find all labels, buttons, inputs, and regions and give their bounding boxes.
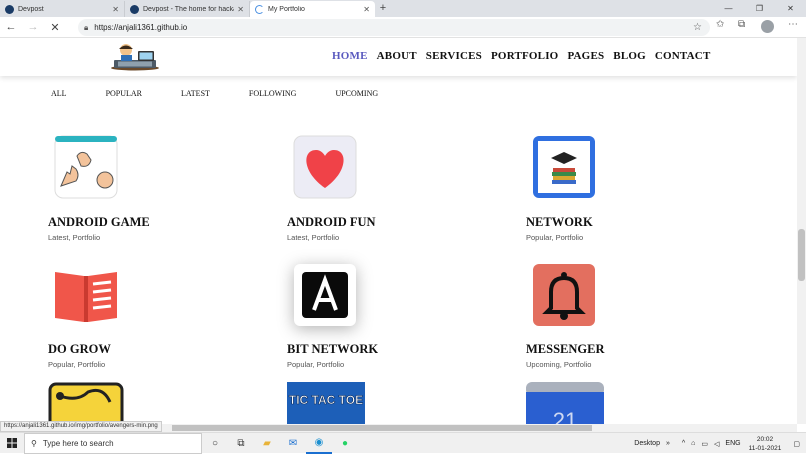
stop-loading-icon[interactable]: ✕ — [44, 21, 66, 34]
portfolio-categories: Upcoming, Portfolio — [526, 360, 592, 369]
portfolio-categories: Popular, Portfolio — [526, 233, 584, 242]
windows-taskbar: ⚲ Type here to search ○ ⧉ ▰ ✉ ◉ ● Deskto… — [0, 432, 806, 454]
tab-devpost[interactable]: Devpost ✕ — [0, 1, 125, 17]
rock-paper-scissors-icon[interactable] — [53, 134, 119, 200]
mail-icon[interactable]: ✉ — [280, 433, 306, 454]
filter-popular[interactable]: POPULAR — [106, 89, 142, 98]
portfolio-categories: Popular, Portfolio — [287, 360, 345, 369]
portfolio-title[interactable]: BIT NETWORK — [287, 342, 378, 357]
forward-icon[interactable]: → — [22, 21, 44, 33]
minimize-icon[interactable]: — — [713, 0, 744, 17]
lock-icon[interactable]: 🔒︎ — [84, 23, 88, 33]
close-window-icon[interactable]: ✕ — [775, 0, 806, 17]
url-text: https://anjali1361.github.io — [94, 23, 188, 32]
loading-spinner-icon — [255, 4, 264, 14]
nav-portfolio[interactable]: PORTFOLIO — [491, 50, 558, 62]
clock[interactable]: 20:02 11-01-2021 — [749, 435, 782, 453]
hscroll-thumb[interactable] — [172, 425, 592, 431]
language-indicator[interactable]: ENG — [725, 440, 740, 447]
portfolio-filters: ALL POPULAR LATEST FOLLOWING UPCOMING — [51, 89, 417, 98]
portfolio-title[interactable]: MESSENGER — [526, 342, 605, 357]
open-book-icon[interactable] — [53, 262, 119, 328]
chevron-right-icon[interactable]: » — [666, 440, 670, 447]
cortana-icon[interactable]: ○ — [202, 433, 228, 454]
tictactoe-icon[interactable]: TIC TAC TOE — [287, 382, 365, 424]
filter-upcoming[interactable]: UPCOMING — [335, 89, 378, 98]
nav-blog[interactable]: BLOG — [613, 50, 646, 62]
site-logo-icon[interactable] — [108, 41, 162, 71]
tab-devpost-home[interactable]: Devpost - The home for hackatho ✕ — [125, 1, 250, 17]
filter-latest[interactable]: LATEST — [181, 89, 210, 98]
scroll-thumb[interactable] — [798, 229, 805, 281]
status-url: https://anjali1361.github.io/img/portfol… — [0, 421, 162, 432]
search-icon: ⚲ — [31, 438, 37, 448]
site-navbar: HOME ABOUT SERVICES PORTFOLIO PAGES BLOG… — [0, 38, 797, 76]
volume-icon[interactable]: ◁ — [714, 440, 719, 448]
collections-icon[interactable]: ⧉ — [738, 19, 745, 30]
portfolio-categories: Latest, Portfolio — [287, 233, 340, 242]
system-tray: Desktop » ^ ⌂ ▭ ◁ ENG 20:02 11-01-2021 ▢ — [628, 433, 806, 454]
vertical-scrollbar[interactable] — [797, 38, 806, 424]
filter-all[interactable]: ALL — [51, 89, 67, 98]
heart-icon[interactable] — [292, 134, 358, 200]
file-explorer-icon[interactable]: ▰ — [254, 433, 280, 454]
restore-icon[interactable]: ❐ — [744, 0, 775, 17]
graduation-books-icon[interactable] — [531, 134, 597, 200]
snake-game-icon[interactable] — [48, 382, 124, 424]
filter-following[interactable]: FOLLOWING — [249, 89, 297, 98]
task-view-icon[interactable]: ⧉ — [228, 433, 254, 454]
nav-home[interactable]: HOME — [332, 50, 368, 62]
letter-a-icon[interactable] — [292, 262, 358, 328]
tab-strip: Devpost ✕ Devpost - The home for hackath… — [0, 0, 806, 17]
new-tab-icon[interactable]: + — [375, 1, 391, 17]
windows-start-icon[interactable] — [0, 433, 24, 454]
close-icon[interactable]: ✕ — [112, 5, 119, 14]
network-icon[interactable]: ⌂ — [691, 440, 695, 447]
portfolio-categories: Popular, Portfolio — [48, 360, 106, 369]
calendar-day: 21 — [553, 408, 577, 424]
portfolio-title[interactable]: ANDROID GAME — [48, 215, 150, 230]
nav-pages[interactable]: PAGES — [567, 50, 604, 62]
devpost-favicon-icon — [130, 4, 139, 14]
tictactoe-label: TIC TAC TOE — [289, 393, 363, 407]
portfolio-title[interactable]: NETWORK — [526, 215, 593, 230]
battery-icon[interactable]: ▭ — [701, 440, 708, 448]
notification-icon[interactable]: ▢ — [793, 440, 800, 448]
favorites-icon[interactable]: ✩ — [716, 19, 724, 30]
back-icon[interactable]: ← — [0, 21, 22, 33]
more-menu-icon[interactable]: ⋯ — [788, 19, 798, 30]
bell-icon[interactable] — [531, 262, 597, 328]
nav-contact[interactable]: CONTACT — [655, 50, 711, 62]
edge-browser-icon[interactable]: ◉ — [306, 433, 332, 454]
page-viewport: HOME ABOUT SERVICES PORTFOLIO PAGES BLOG… — [0, 38, 797, 424]
favorite-star-icon[interactable]: ☆ — [693, 22, 702, 33]
portfolio-categories: Latest, Portfolio — [48, 233, 101, 242]
devpost-favicon-icon — [5, 4, 14, 14]
taskbar-search[interactable]: ⚲ Type here to search — [24, 432, 202, 454]
calendar-icon[interactable]: 21 — [526, 382, 604, 424]
portfolio-title[interactable]: DO GROW — [48, 342, 111, 357]
portfolio-title[interactable]: ANDROID FUN — [287, 215, 376, 230]
close-icon[interactable]: ✕ — [363, 5, 370, 14]
profile-avatar[interactable] — [761, 20, 774, 33]
nav-about[interactable]: ABOUT — [377, 50, 417, 62]
window-controls: — ❐ ✕ — [713, 0, 806, 17]
desktop-toolbar[interactable]: Desktop — [634, 440, 660, 447]
main-menu: HOME ABOUT SERVICES PORTFOLIO PAGES BLOG… — [332, 50, 710, 62]
nav-services[interactable]: SERVICES — [426, 50, 482, 62]
address-toolbar: ← → ✕ 🔒︎ https://anjali1361.github.io ☆ … — [0, 17, 806, 38]
tab-my-portfolio[interactable]: My Portfolio ✕ — [250, 1, 375, 17]
address-bar[interactable]: 🔒︎ https://anjali1361.github.io ☆ — [78, 19, 710, 36]
close-icon[interactable]: ✕ — [237, 5, 244, 14]
chevron-up-icon[interactable]: ^ — [682, 440, 685, 447]
whatsapp-icon[interactable]: ● — [332, 433, 358, 454]
